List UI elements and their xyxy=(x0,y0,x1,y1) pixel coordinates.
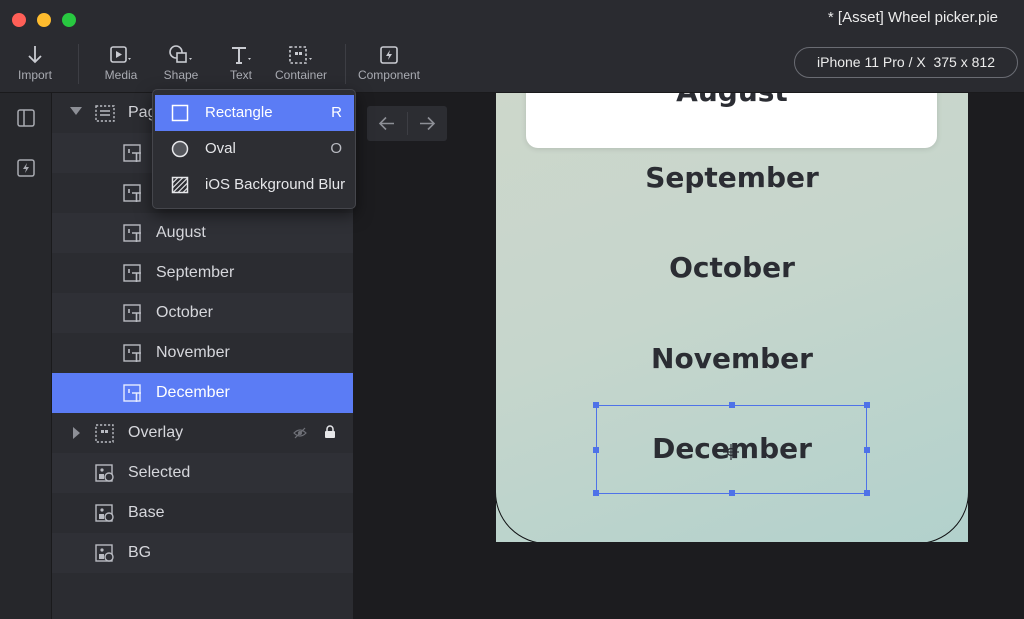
document-title: * [Asset] Wheel picker.pie xyxy=(827,9,998,26)
layer-row-september[interactable]: September xyxy=(52,253,353,293)
text-layer-icon xyxy=(123,304,143,323)
shortcut-key: O xyxy=(330,140,342,157)
title-toolbar: * [Asset] Wheel picker.pie Import Media … xyxy=(0,0,1024,93)
menu-item-rectangle[interactable]: Rectangle R xyxy=(155,95,354,131)
import-button[interactable]: Import xyxy=(0,44,70,88)
page-nav xyxy=(367,106,447,141)
shape-layer-icon xyxy=(95,504,115,523)
expand-caret-icon[interactable] xyxy=(73,427,80,439)
move-crosshair-icon[interactable] xyxy=(723,444,739,460)
close-window-button[interactable] xyxy=(12,13,26,27)
layer-row-august[interactable]: August xyxy=(52,213,353,253)
hidden-eye-icon[interactable] xyxy=(293,426,307,440)
container-label: Container xyxy=(274,68,328,82)
resize-handle[interactable] xyxy=(729,490,735,496)
text-layer-icon xyxy=(123,264,143,283)
toolbar-divider xyxy=(78,44,79,84)
panel-toggle-icon[interactable] xyxy=(17,109,35,127)
resize-handle[interactable] xyxy=(593,402,599,408)
layer-row-november[interactable]: November xyxy=(52,333,353,373)
resize-handle[interactable] xyxy=(593,447,599,453)
month-october[interactable]: October xyxy=(496,251,968,284)
component-label: Component xyxy=(357,68,421,82)
layer-row-overlay[interactable]: Overlay xyxy=(52,413,353,453)
layer-label: Selected xyxy=(128,464,191,481)
rectangle-icon xyxy=(171,104,189,122)
resize-handle[interactable] xyxy=(864,402,870,408)
artboard[interactable]: August September October November Decemb… xyxy=(496,93,968,542)
component-icon xyxy=(354,44,424,66)
resize-handle[interactable] xyxy=(729,402,735,408)
layer-row-bg[interactable]: BG xyxy=(52,533,353,573)
container-button[interactable]: Container xyxy=(266,44,336,88)
layer-row-base[interactable]: Base xyxy=(52,493,353,533)
menu-item-ios-background-blur[interactable]: iOS Background Blur xyxy=(155,167,354,203)
collapse-caret-icon[interactable] xyxy=(70,107,82,115)
text-layer-icon xyxy=(123,384,143,403)
shortcut-key: R xyxy=(331,104,342,121)
menu-item-oval[interactable]: Oval O xyxy=(155,131,354,167)
text-layer-icon xyxy=(123,144,143,163)
device-selector[interactable]: iPhone 11 Pro / X 375 x 812 xyxy=(794,47,1018,78)
components-panel-icon[interactable] xyxy=(17,159,35,177)
import-label: Import xyxy=(17,68,52,82)
layer-label: September xyxy=(156,264,235,281)
text-layer-icon xyxy=(123,344,143,363)
arrow-left-icon xyxy=(378,116,394,131)
oval-icon xyxy=(171,140,189,158)
shape-layer-icon xyxy=(95,544,115,563)
menu-item-label: Rectangle xyxy=(205,104,273,121)
month-november[interactable]: November xyxy=(496,342,968,375)
shape-layer-icon xyxy=(95,464,115,483)
minimize-window-button[interactable] xyxy=(37,13,51,27)
resize-handle[interactable] xyxy=(593,490,599,496)
blur-icon xyxy=(171,176,189,194)
month-august[interactable]: August xyxy=(496,93,968,108)
layer-label: August xyxy=(156,224,206,241)
container-icon xyxy=(95,424,115,443)
layer-row-october[interactable]: October xyxy=(52,293,353,333)
menu-item-label: iOS Background Blur xyxy=(205,176,346,193)
selection-box[interactable] xyxy=(593,402,870,496)
layer-label: October xyxy=(156,304,213,321)
menu-item-label: Oval xyxy=(205,140,236,157)
layer-label: BG xyxy=(128,544,152,561)
text-layer-icon xyxy=(123,224,143,243)
app-window: * [Asset] Wheel picker.pie Import Media … xyxy=(0,0,1024,619)
layer-label: Base xyxy=(128,504,165,521)
next-page-button[interactable] xyxy=(407,106,447,141)
container-icon xyxy=(266,44,336,66)
layer-label: Overlay xyxy=(128,424,184,441)
resize-handle[interactable] xyxy=(864,447,870,453)
canvas[interactable]: August September October November Decemb… xyxy=(353,93,1024,619)
resize-handle[interactable] xyxy=(864,490,870,496)
left-rail xyxy=(0,93,52,619)
maximize-window-button[interactable] xyxy=(62,13,76,27)
layer-row-selected[interactable]: Selected xyxy=(52,453,353,493)
text-layer-icon xyxy=(123,184,143,203)
layer-label: December xyxy=(156,384,230,401)
layer-label: November xyxy=(156,344,230,361)
page-icon xyxy=(95,104,115,123)
previous-page-button[interactable] xyxy=(367,106,407,141)
layer-row-december[interactable]: December xyxy=(52,373,353,413)
lock-icon[interactable] xyxy=(324,425,336,439)
component-button[interactable]: Component xyxy=(354,44,424,88)
download-arrow-icon xyxy=(0,44,70,66)
toolbar-divider xyxy=(345,44,346,84)
shape-dropdown-menu: Rectangle R Oval O iOS Background Blur xyxy=(152,89,356,209)
month-september[interactable]: September xyxy=(496,161,968,194)
arrow-right-icon xyxy=(420,116,436,131)
